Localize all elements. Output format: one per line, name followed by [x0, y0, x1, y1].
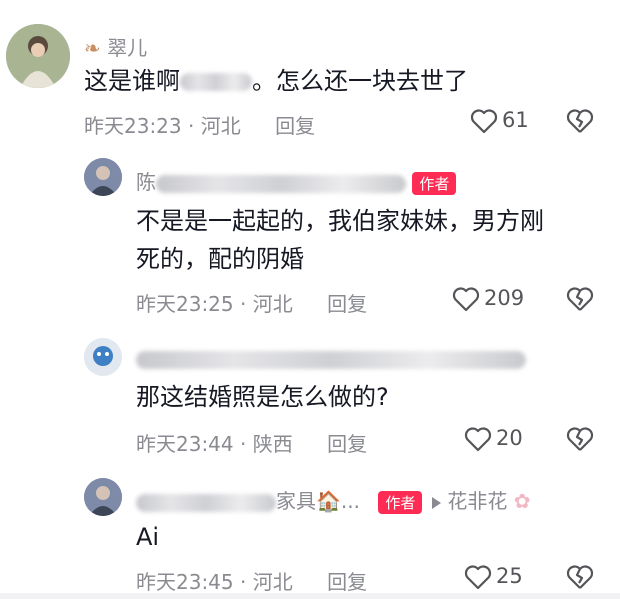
- comment-author-name[interactable]: 陈 作者: [136, 166, 457, 195]
- comment-text: Ai: [136, 523, 160, 551]
- comment-text: 这是谁啊 。怎么还一块去世了: [84, 67, 468, 95]
- comment-text: 那这结婚照是怎么做的?: [136, 383, 389, 411]
- like-button[interactable]: 209: [452, 286, 524, 312]
- dislike-button[interactable]: [566, 564, 594, 594]
- reply-button[interactable]: 回复: [327, 432, 367, 456]
- reply-button[interactable]: 回复: [275, 114, 315, 138]
- author-badge: 作者: [378, 491, 423, 514]
- comment-text: 不是是一起起的，我伯家妹妹，男方刚 死的，配的阴婚: [136, 207, 544, 273]
- dislike-button[interactable]: [566, 426, 594, 456]
- blurred-text: [136, 350, 526, 369]
- dislike-button[interactable]: [566, 286, 594, 316]
- reply-to-name[interactable]: 花非花: [447, 489, 507, 513]
- reply-arrow-icon: [432, 496, 442, 509]
- leaf-icon: ❧: [84, 36, 101, 60]
- flower-icon: ✿: [513, 489, 531, 513]
- like-count: 61: [502, 108, 529, 132]
- avatar[interactable]: [84, 478, 122, 516]
- comment-meta: 昨天23:44 · 陕西 回复: [136, 432, 368, 456]
- heart-outline-icon: [470, 109, 498, 134]
- comment-author-name[interactable]: 家具🏠... 作者 花非花 ✿: [136, 485, 530, 514]
- comment-meta: 昨天23:23 · 河北 回复: [84, 114, 316, 138]
- broken-heart-icon: [566, 287, 594, 311]
- broken-heart-icon: [566, 565, 594, 589]
- reply-button[interactable]: 回复: [327, 292, 367, 316]
- comment-meta: 昨天23:25 · 河北 回复: [136, 292, 368, 316]
- comment-author-name[interactable]: [136, 346, 526, 370]
- like-button[interactable]: 20: [464, 426, 523, 452]
- like-count: 25: [496, 564, 523, 588]
- like-count: 20: [496, 426, 523, 450]
- dislike-button[interactable]: [566, 108, 594, 138]
- like-count: 209: [484, 286, 525, 310]
- reply-button[interactable]: 回复: [327, 570, 367, 594]
- comment-author-name[interactable]: ❧ 翠儿: [84, 32, 147, 61]
- heart-outline-icon: [452, 287, 480, 312]
- author-badge: 作者: [412, 172, 457, 195]
- heart-outline-icon: [464, 427, 492, 452]
- divider: [0, 593, 620, 599]
- like-button[interactable]: 61: [470, 108, 529, 134]
- like-button[interactable]: 25: [464, 564, 523, 590]
- blurred-text: [180, 73, 252, 91]
- broken-heart-icon: [566, 427, 594, 451]
- heart-outline-icon: [464, 565, 492, 590]
- avatar[interactable]: [84, 338, 122, 376]
- blurred-text: [156, 174, 406, 193]
- broken-heart-icon: [566, 109, 594, 133]
- comment-meta: 昨天23:45 · 河北 回复: [136, 570, 368, 594]
- avatar[interactable]: [6, 24, 70, 88]
- avatar[interactable]: [84, 158, 122, 196]
- blurred-text: [136, 493, 276, 512]
